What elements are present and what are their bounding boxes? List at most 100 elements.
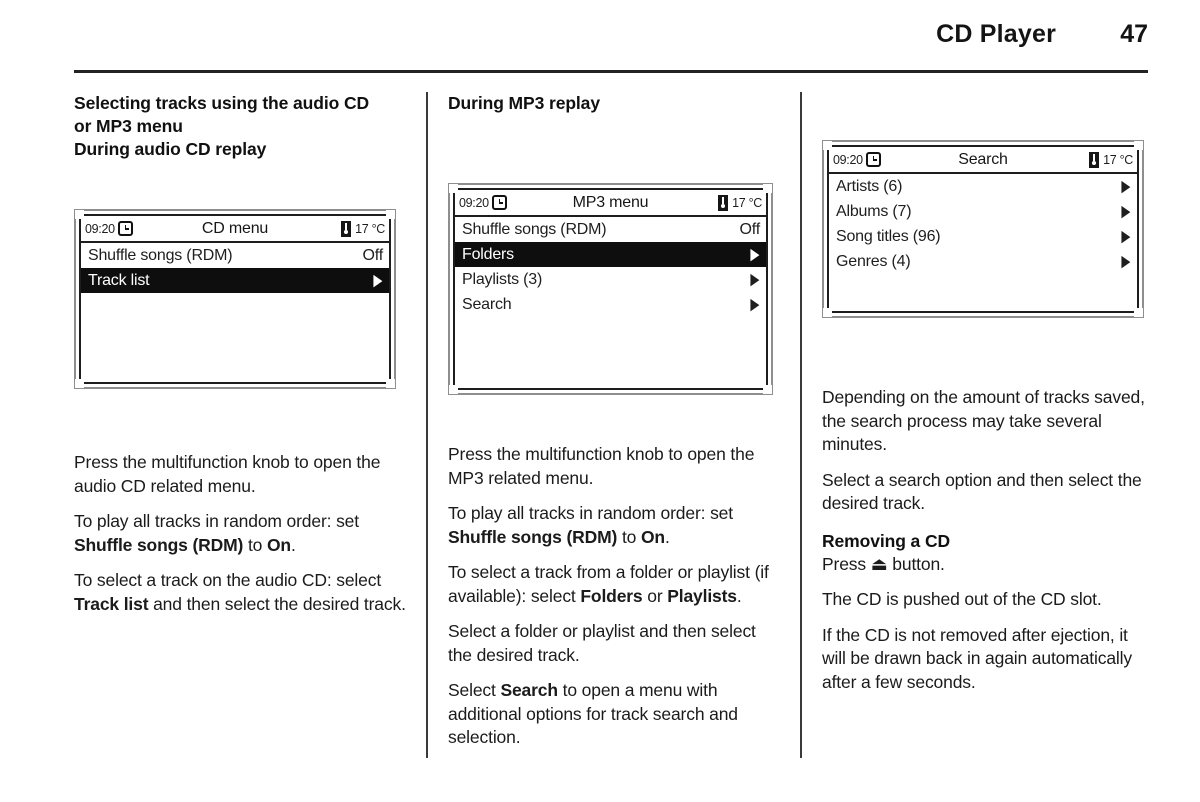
paragraph: To select a track on the audio CD: selec… <box>74 569 406 616</box>
display-title: Search <box>958 150 1008 168</box>
clock-text: 09:20 <box>833 152 863 167</box>
paragraph-part: To select a track on the audio CD: selec… <box>74 570 382 590</box>
display-status-bar: 09:20 CD menu 17 °C <box>81 216 389 243</box>
page-title: CD Player <box>936 20 1056 48</box>
menu-item-label: Playlists (3) <box>462 270 543 288</box>
status-left-group: 09:20 <box>833 152 919 167</box>
middle-column: During MP3 replay 09:20 MP3 menu 17 °C S… <box>448 92 780 758</box>
left-section-title-line1: Selecting tracks using the audio CD <box>74 93 370 113</box>
menu-item-label: Albums (7) <box>836 202 912 220</box>
paragraph-part: Select a folder or playlist and then sel… <box>448 621 756 665</box>
paragraph-part: Select <box>448 680 501 700</box>
paragraph: Press the multifunction knob to open the… <box>448 443 780 490</box>
paragraph: Select a search option and then select t… <box>822 469 1154 516</box>
thermometer-icon <box>1089 151 1100 168</box>
display-notch-bottom-right <box>386 379 395 388</box>
right-body-text-top: Depending on the amount of tracks saved,… <box>822 386 1154 516</box>
display-screen: 09:20 Search 17 °C Artists (6) ▶ Albums … <box>827 145 1139 313</box>
display-notch-bottom-right <box>763 385 772 394</box>
paragraph-part-bold: Folders <box>580 585 643 606</box>
menu-item[interactable]: Playlists (3) ▶ <box>455 267 766 292</box>
menu-item[interactable]: Search ▶ <box>455 292 766 317</box>
paragraph: The CD is pushed out of the CD slot. <box>822 588 1154 612</box>
menu-item[interactable]: Shuffle songs (RDM) Off <box>81 243 389 268</box>
temperature-text: 17 °C <box>355 221 385 236</box>
display-status-bar: 09:20 MP3 menu 17 °C <box>455 190 766 217</box>
status-left-group: 09:20 <box>85 221 171 236</box>
right-body-text-bottom: Press ⏏ button. The CD is pushed out of … <box>822 553 1154 695</box>
display-notch-top-right <box>386 210 395 219</box>
search-menu-list: Artists (6) ▶ Albums (7) ▶ Song titles (… <box>829 174 1137 311</box>
paragraph: Select Search to open a menu with additi… <box>448 679 780 750</box>
left-sub-title: During audio CD replay <box>74 139 267 159</box>
clock-icon <box>117 221 133 236</box>
cd-menu-list: Shuffle songs (RDM) Off Track list ▶ <box>81 243 389 382</box>
paragraph-part-bold: Search <box>500 680 558 700</box>
paragraph-part-bold: Shuffle songs (RDM) <box>448 526 618 547</box>
paragraph-part: . <box>290 534 296 555</box>
paragraph: Depending on the amount of tracks saved,… <box>822 386 1154 457</box>
status-right-group: 17 °C <box>299 220 385 237</box>
paragraph: To play all tracks in random order: set … <box>448 502 780 549</box>
column-divider-2 <box>800 92 802 758</box>
menu-item[interactable]: Albums (7) ▶ <box>829 199 1137 224</box>
content-columns: Selecting tracks using the audio CD or M… <box>74 92 1148 758</box>
display-notch-bottom-left <box>823 308 832 317</box>
paragraph-part-bold: Playlists <box>667 585 737 606</box>
cd-menu-display: 09:20 CD menu 17 °C Shuffle songs (RDM) … <box>74 209 396 389</box>
eject-icon: ⏏ <box>870 553 888 574</box>
menu-item-label: Song titles (96) <box>836 227 941 245</box>
left-section-title: Selecting tracks using the audio CD or M… <box>74 92 406 138</box>
header-row: CD Player 47 <box>74 20 1148 64</box>
chevron-right-icon: ▶ <box>1121 178 1130 195</box>
menu-item-value: Off <box>739 220 761 238</box>
left-body-text: Press the multifunction knob to open the… <box>74 451 406 616</box>
page-header: CD Player 47 <box>74 20 1148 73</box>
paragraph-part-bold: On <box>266 534 291 555</box>
display-notch-top-left <box>75 210 84 219</box>
display-title: MP3 menu <box>572 193 649 211</box>
menu-item-label: Shuffle songs (RDM) <box>88 246 233 264</box>
paragraph-part: If the CD is not removed after ejection,… <box>822 624 1132 692</box>
menu-item-value: Off <box>362 246 384 264</box>
paragraph-part: Press the multifunction knob to open the… <box>448 444 755 488</box>
menu-item[interactable]: Song titles (96) ▶ <box>829 224 1137 249</box>
right-sub-title: Removing a CD <box>822 530 951 551</box>
page-number: 47 <box>1120 20 1148 48</box>
paragraph-part: Press <box>822 553 871 574</box>
left-section-title-line2: or MP3 menu <box>74 116 183 136</box>
chevron-right-icon: ▶ <box>1121 203 1130 220</box>
display-notch-bottom-right <box>1134 308 1143 317</box>
temperature-text: 17 °C <box>732 195 762 210</box>
display-notch-top-right <box>763 184 772 193</box>
header-divider-rule <box>74 70 1148 73</box>
paragraph-part: . <box>736 585 742 606</box>
column-divider-1 <box>426 92 428 758</box>
chevron-right-icon: ▶ <box>1121 253 1130 270</box>
mp3-menu-display: 09:20 MP3 menu 17 °C Shuffle songs (RDM)… <box>448 183 773 395</box>
menu-item[interactable]: Genres (4) ▶ <box>829 249 1137 274</box>
paragraph: Select a folder or playlist and then sel… <box>448 620 780 667</box>
display-notch-bottom-left <box>449 385 458 394</box>
menu-item-label: Genres (4) <box>836 252 911 270</box>
paragraph: Press ⏏ button. <box>822 553 1154 577</box>
menu-item[interactable]: Folders ▶ <box>455 242 766 267</box>
menu-item[interactable]: Shuffle songs (RDM) Off <box>455 217 766 242</box>
chevron-right-icon: ▶ <box>750 246 759 263</box>
paragraph-part: . <box>664 526 670 547</box>
clock-icon <box>491 195 507 210</box>
paragraph-part: To play all tracks in random order: set <box>74 511 359 531</box>
paragraph-part: to <box>617 526 641 547</box>
menu-item[interactable]: Track list ▶ <box>81 268 389 293</box>
paragraph-part: Press the multifunction knob to open the… <box>74 452 381 496</box>
paragraph-part-bold: Track list <box>74 593 149 614</box>
paragraph-part: To play all tracks in random order: set <box>448 503 733 523</box>
paragraph-part: The CD is pushed out of the CD slot. <box>822 589 1102 609</box>
menu-item-label: Folders <box>462 245 514 263</box>
paragraph-part: Depending on the amount of tracks saved,… <box>822 387 1145 454</box>
menu-item[interactable]: Artists (6) ▶ <box>829 174 1137 199</box>
paragraph: Press the multifunction knob to open the… <box>74 451 406 498</box>
menu-item-label: Search <box>462 295 512 313</box>
chevron-right-icon: ▶ <box>750 271 759 288</box>
menu-item-label: Track list <box>88 271 150 289</box>
